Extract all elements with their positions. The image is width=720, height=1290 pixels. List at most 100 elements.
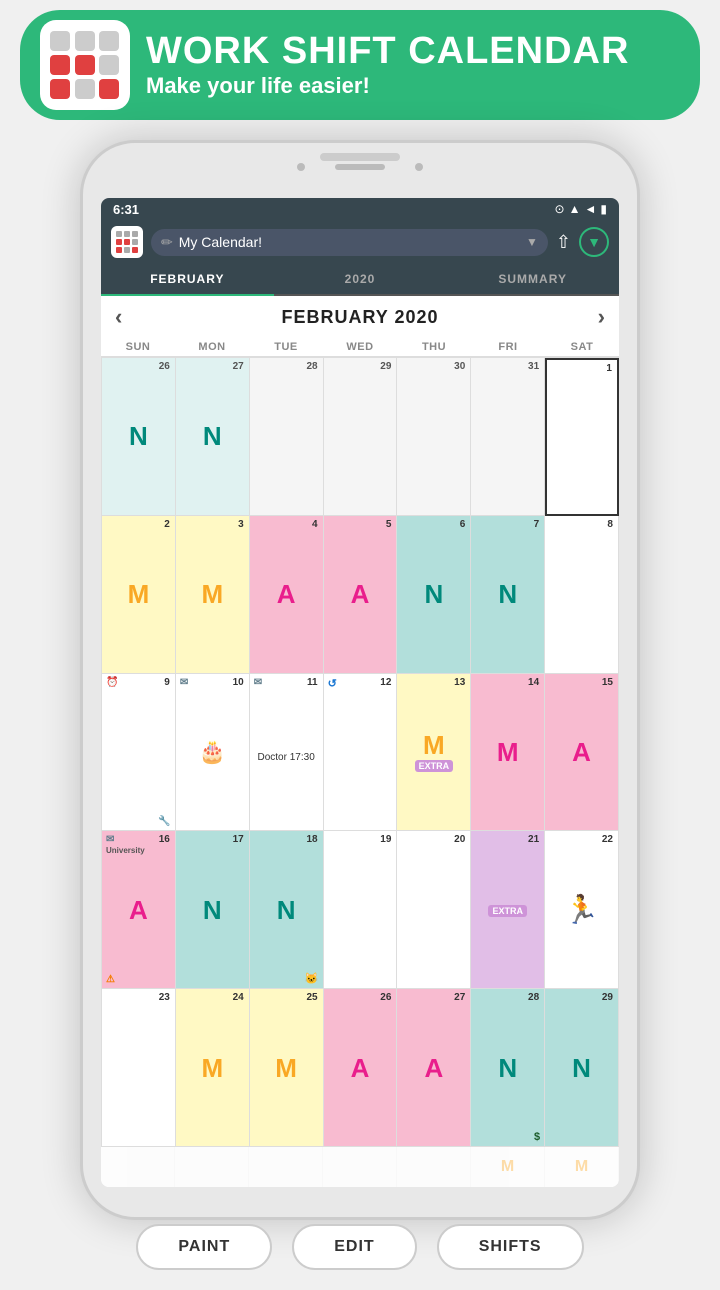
calendar-selector[interactable]: ✏ My Calendar! ▼	[151, 229, 548, 256]
shift-letter: 🏃	[564, 896, 599, 924]
app-header: ✏ My Calendar! ▼ ⇧ ▼	[101, 220, 619, 264]
warning-icon: ⚠	[106, 974, 115, 985]
app-banner: WORK SHIFT CALENDAR Make your life easie…	[20, 10, 700, 120]
shift-letter: A	[572, 739, 591, 765]
day-header-thu: THU	[397, 338, 471, 356]
wifi-icon: ▲	[569, 202, 581, 216]
extra-badge: EXTRA	[415, 760, 454, 772]
calendar-area: ‹ FEBRUARY 2020 › SUN MON TUE WED THU FR…	[101, 296, 619, 1187]
cal-cell-6[interactable]: 6N	[397, 516, 471, 674]
cal-cell-25[interactable]: 25M	[250, 989, 324, 1147]
shift-letter: M	[201, 1055, 223, 1081]
ghost-cell	[101, 1147, 175, 1187]
shift-letter: N	[203, 423, 222, 449]
cal-cell-18[interactable]: 18N🐱	[250, 831, 324, 989]
cal-cell-19[interactable]: 19	[324, 831, 398, 989]
edit-button[interactable]: EDIT	[292, 1224, 416, 1270]
ghost-cell	[249, 1147, 323, 1187]
cal-cell-26-prev[interactable]: 26N	[102, 358, 176, 516]
mail-icon: ✉	[106, 834, 114, 845]
cal-cell-27-prev[interactable]: 27N	[176, 358, 250, 516]
cat-icon: 🐱	[305, 972, 319, 985]
volume-up-button	[80, 293, 83, 328]
shift-letter: M	[497, 739, 519, 765]
note-label: University	[106, 847, 145, 856]
tab-summary[interactable]: SUMMARY	[446, 264, 619, 294]
ghost-cell: M	[471, 1147, 545, 1187]
shift-letter: N	[572, 1055, 591, 1081]
cal-cell-21[interactable]: 21EXTRA	[471, 831, 545, 989]
day-header-wed: WED	[323, 338, 397, 356]
cal-cell-26[interactable]: 26A	[324, 989, 398, 1147]
alarm-icon: ⏰	[106, 677, 118, 688]
cal-cell-2[interactable]: 2M	[102, 516, 176, 674]
cal-cell-31-prev[interactable]: 31	[471, 358, 545, 516]
share-icon[interactable]: ⇧	[556, 232, 571, 253]
cal-cell-17[interactable]: 17N	[176, 831, 250, 989]
cal-cell-14[interactable]: 14M	[471, 674, 545, 832]
month-title: FEBRUARY 2020	[281, 307, 438, 328]
cal-cell-7[interactable]: 7N	[471, 516, 545, 674]
ghost-cell	[397, 1147, 471, 1187]
shift-letter: N	[203, 897, 222, 923]
cal-cell-5[interactable]: 5A	[324, 516, 398, 674]
cal-cell-16[interactable]: 16✉University⚠A	[102, 831, 176, 989]
ghost-row: MM	[101, 1147, 619, 1187]
phone-frame: 6:31 ⊙ ▲ ◄ ▮ ✏ My Calendar! ▼	[80, 140, 640, 1220]
cal-cell-28-prev[interactable]: 28	[250, 358, 324, 516]
signal-icon: ◄	[585, 202, 597, 216]
tab-february[interactable]: FEBRUARY	[101, 264, 274, 296]
phone-speaker	[320, 153, 400, 161]
cal-cell-11[interactable]: 11✉Doctor 17:30	[250, 674, 324, 832]
day-header-mon: MON	[175, 338, 249, 356]
cal-cell-28[interactable]: 28$N	[471, 989, 545, 1147]
cal-cell-24[interactable]: 24M	[176, 989, 250, 1147]
day-headers: SUN MON TUE WED THU FRI SAT	[101, 338, 619, 357]
notification-icon: ⊙	[555, 202, 565, 216]
day-header-tue: TUE	[249, 338, 323, 356]
next-month-button[interactable]: ›	[598, 304, 605, 330]
shift-letter: A	[129, 897, 148, 923]
shifts-button[interactable]: SHIFTS	[437, 1224, 584, 1270]
cal-cell-9[interactable]: 9⏰🔧	[102, 674, 176, 832]
cal-cell-3[interactable]: 3M	[176, 516, 250, 674]
cal-cell-10[interactable]: 10✉🎂	[176, 674, 250, 832]
cal-cell-4[interactable]: 4A	[250, 516, 324, 674]
shift-letter: N	[498, 1055, 517, 1081]
cal-cell-20[interactable]: 20	[397, 831, 471, 989]
cal-cell-8[interactable]: 8	[545, 516, 619, 674]
cal-cell-27[interactable]: 27A	[397, 989, 471, 1147]
day-header-fri: FRI	[471, 338, 545, 356]
phone-screen: 6:31 ⊙ ▲ ◄ ▮ ✏ My Calendar! ▼	[101, 198, 619, 1187]
cal-cell-23[interactable]: 23	[102, 989, 176, 1147]
cal-cell-12[interactable]: 12↺	[324, 674, 398, 832]
banner-text: WORK SHIFT CALENDAR Make your life easie…	[146, 31, 629, 99]
cal-cell-29[interactable]: 29N	[545, 989, 619, 1147]
shift-letter: M	[128, 581, 150, 607]
banner-logo	[40, 20, 130, 110]
banner-title: WORK SHIFT CALENDAR	[146, 31, 629, 73]
cal-cell-15[interactable]: 15A	[545, 674, 619, 832]
app-logo	[111, 226, 143, 258]
refresh-icon: ↺	[328, 677, 393, 826]
status-time: 6:31	[113, 202, 139, 217]
tabs-bar: FEBRUARY 2020 SUMMARY	[101, 264, 619, 296]
phone-sensors	[297, 163, 423, 171]
cal-cell-29-prev[interactable]: 29	[324, 358, 398, 516]
expand-icon[interactable]: ▼	[579, 227, 609, 257]
dollar-icon: $	[534, 1131, 540, 1143]
event-text: Doctor 17:30	[258, 751, 315, 764]
shift-letter: N	[277, 897, 296, 923]
ghost-cell	[323, 1147, 397, 1187]
shift-letter: A	[351, 1055, 370, 1081]
bottom-buttons: PAINT EDIT SHIFTS	[20, 1224, 700, 1270]
paint-button[interactable]: PAINT	[136, 1224, 272, 1270]
shift-letter: M	[275, 1055, 297, 1081]
cal-cell-13[interactable]: 13MEXTRA	[397, 674, 471, 832]
shift-letter: N	[424, 581, 443, 607]
cal-cell-1[interactable]: 1	[545, 358, 619, 516]
prev-month-button[interactable]: ‹	[115, 304, 122, 330]
cal-cell-30-prev[interactable]: 30	[397, 358, 471, 516]
cal-cell-22[interactable]: 22🏃	[545, 831, 619, 989]
tab-2020[interactable]: 2020	[274, 264, 447, 294]
